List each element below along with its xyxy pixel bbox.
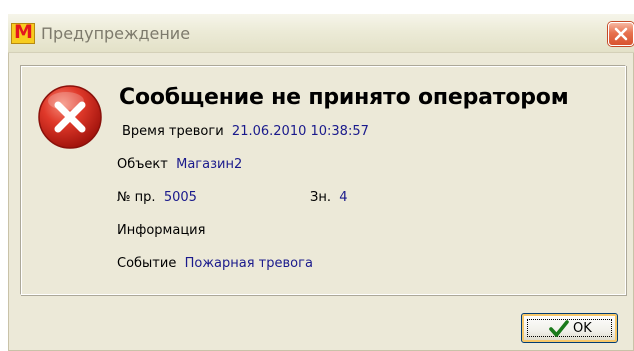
- close-button[interactable]: [608, 22, 634, 46]
- zone-label: Зн.: [310, 190, 331, 205]
- info-row: Информация: [117, 223, 205, 238]
- app-logo-letter: M: [14, 21, 33, 43]
- focus-rectangle: [527, 319, 612, 337]
- number-label: № пр.: [117, 190, 156, 205]
- alarm-time-value: 21.06.2010 10:38:57: [231, 124, 369, 139]
- checkmark-icon: [549, 320, 569, 337]
- message-panel: Сообщение не принято оператором Время тр…: [20, 65, 626, 295]
- window-title: Предупреждение: [41, 24, 191, 43]
- object-label: Объект: [117, 157, 168, 172]
- alarm-time-row: Время тревоги 21.06.2010 10:38:57: [122, 124, 369, 139]
- title-bar[interactable]: M Предупреждение: [8, 14, 634, 53]
- number-row: № пр. 5005: [117, 190, 197, 205]
- ok-label: OK: [573, 321, 592, 336]
- event-label: Событие: [117, 256, 177, 271]
- close-icon: [614, 27, 628, 41]
- alarm-time-label: Время тревоги: [122, 124, 224, 139]
- info-label: Информация: [117, 223, 206, 238]
- warning-dialog: M Предупреждение Сообщение не принято оп…: [8, 14, 634, 351]
- object-value: Магазин2: [176, 157, 243, 172]
- app-logo-icon: M: [11, 21, 35, 44]
- error-icon: [38, 85, 102, 149]
- zone-value: 4: [339, 190, 348, 205]
- ok-button[interactable]: OK: [521, 313, 618, 343]
- object-row: Объект Магазин2: [117, 157, 242, 172]
- zone-row: Зн. 4: [310, 190, 348, 205]
- event-row: Событие Пожарная тревога: [117, 256, 313, 271]
- message-heading: Сообщение не принято оператором: [119, 85, 569, 110]
- number-value: 5005: [163, 190, 197, 205]
- event-value: Пожарная тревога: [184, 256, 313, 271]
